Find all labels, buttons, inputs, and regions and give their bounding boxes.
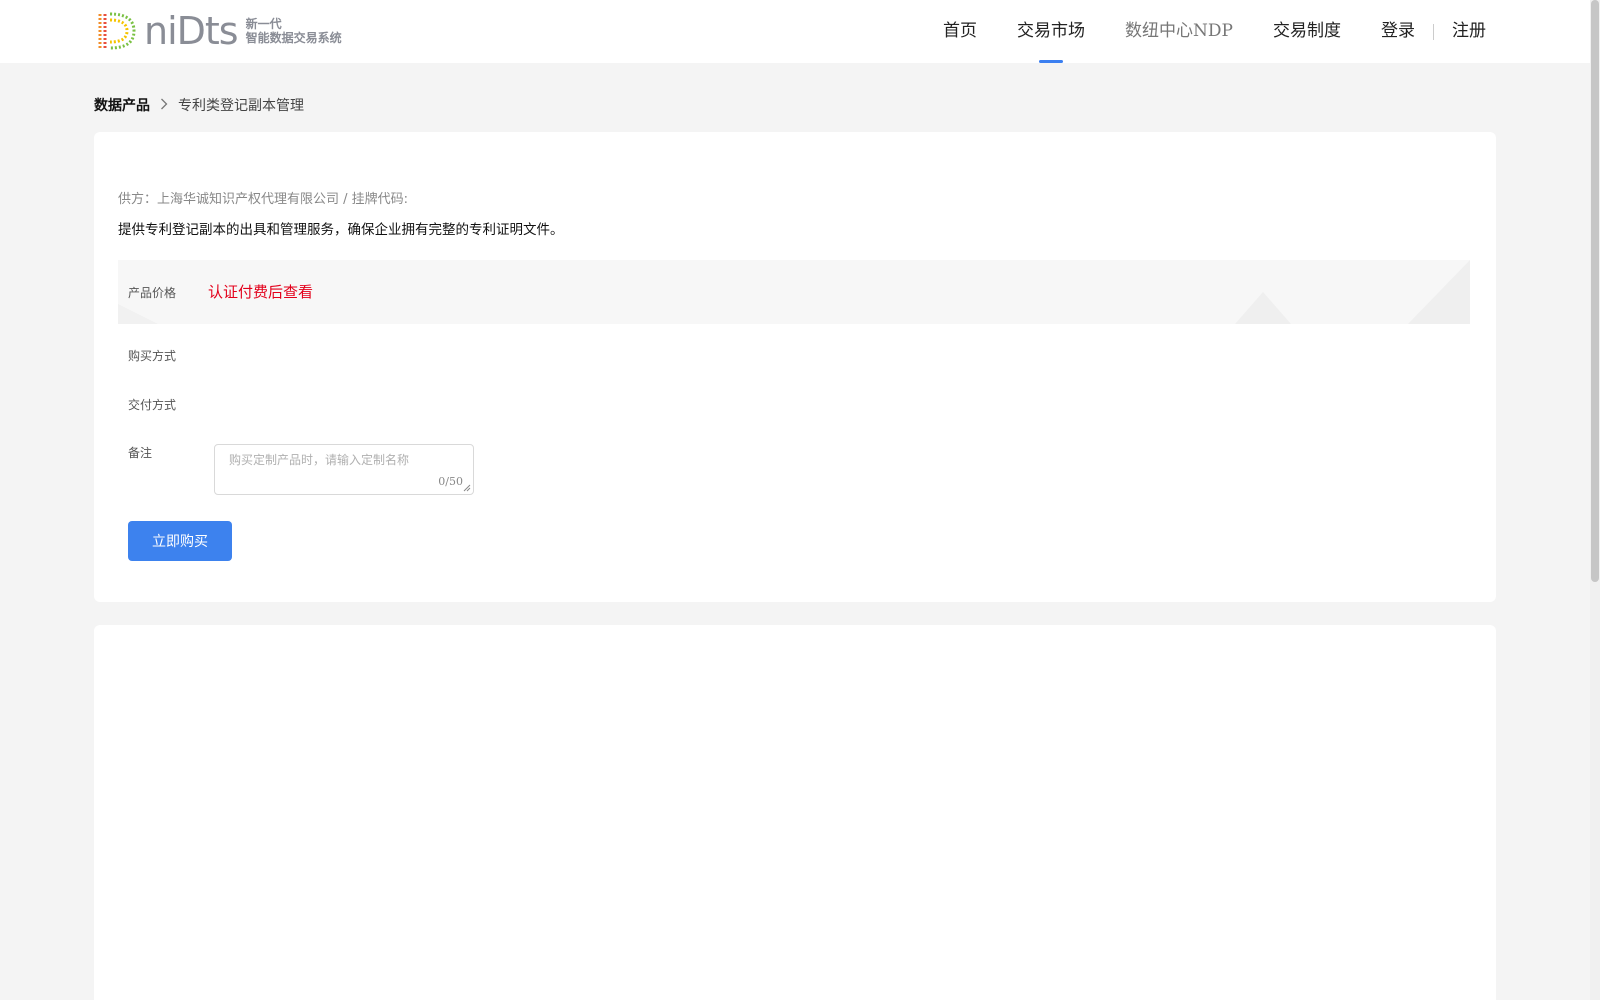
chevron-right-icon <box>160 98 168 113</box>
price-label: 产品价格 <box>128 286 177 300</box>
supplier-info: 供方：上海华诚知识产权代理有限公司 / 挂牌代码: <box>118 192 409 207</box>
decorative-background <box>118 260 1470 324</box>
nav-ndp-center[interactable]: 数纽中心NDP <box>1125 0 1233 63</box>
register-link[interactable]: 注册 <box>1452 0 1486 63</box>
remark-field: 0/50 <box>214 444 474 495</box>
remark-counter: 0/50 <box>438 475 463 488</box>
page-scrollbar[interactable] <box>1590 0 1600 1000</box>
logo-mark-icon <box>98 12 136 50</box>
product-card: 供方：上海华诚知识产权代理有限公司 / 挂牌代码: 提供专利登记副本的出具和管理… <box>94 132 1496 602</box>
login-link[interactable]: 登录 <box>1381 0 1415 63</box>
buy-now-button[interactable]: 立即购买 <box>128 521 232 561</box>
breadcrumb-root[interactable]: 数据产品 <box>94 95 150 115</box>
scrollbar-thumb[interactable] <box>1591 0 1599 582</box>
nav-divider <box>1433 23 1434 40</box>
product-description: 提供专利登记副本的出具和管理服务，确保企业拥有完整的专利证明文件。 <box>118 222 564 238</box>
nav-home[interactable]: 首页 <box>943 0 977 63</box>
remark-input[interactable] <box>215 445 473 494</box>
logo-tagline: 新一代 智能数据交易系统 <box>246 17 342 45</box>
purchase-method-label: 购买方式 <box>128 349 177 363</box>
logo[interactable]: niDts 新一代 智能数据交易系统 <box>94 10 342 52</box>
logo-tagline-1: 新一代 <box>245 17 282 31</box>
breadcrumb: 数据产品 专利类登记副本管理 <box>94 95 304 115</box>
logo-tagline-2: 智能数据交易系统 <box>245 31 342 45</box>
price-value[interactable]: 认证付费后查看 <box>208 281 313 302</box>
logo-wordmark: niDts <box>144 9 239 53</box>
detail-card <box>94 625 1496 1000</box>
delivery-method-label: 交付方式 <box>128 398 177 412</box>
main-nav: 首页 交易市场 数纽中心NDP 交易制度 登录 注册 <box>903 0 1486 63</box>
breadcrumb-current: 专利类登记副本管理 <box>178 98 304 114</box>
top-header: niDts 新一代 智能数据交易系统 首页 交易市场 数纽中心NDP 交易制度 … <box>0 0 1590 63</box>
nav-trading-rules[interactable]: 交易制度 <box>1273 0 1341 63</box>
remark-label: 备注 <box>128 446 153 460</box>
price-row: 产品价格 认证付费后查看 <box>118 260 1470 324</box>
nav-market[interactable]: 交易市场 <box>1017 0 1085 63</box>
resize-handle-icon[interactable] <box>463 484 471 492</box>
